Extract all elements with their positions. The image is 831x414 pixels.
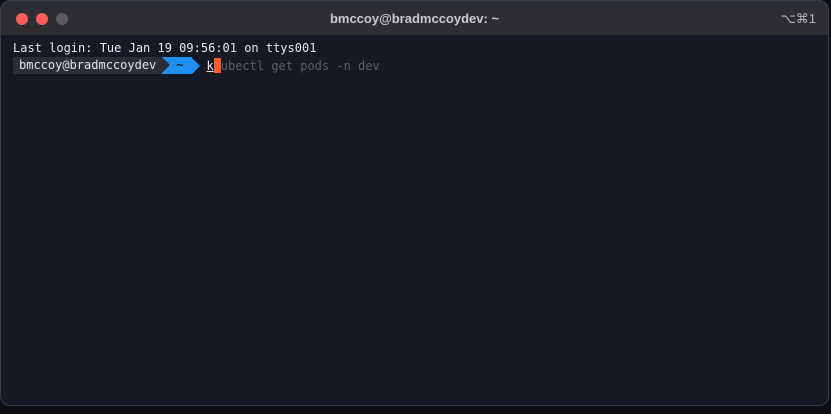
terminal-window: bmccoy@bradmccoydev: ~ ⌥⌘1 Last login: T… (0, 0, 829, 406)
terminal-content[interactable]: Last login: Tue Jan 19 09:56:01 on ttys0… (13, 40, 380, 74)
typed-command[interactable]: k (207, 59, 214, 73)
window-title: bmccoy@bradmccoydev: ~ (329, 11, 500, 26)
text-cursor (213, 58, 221, 73)
prompt-line: bmccoy@bradmccoydev ~ k ubectl get pods -… (13, 57, 380, 74)
autosuggestion: ubectl get pods -n dev (220, 58, 380, 73)
prompt-user-segment: bmccoy@bradmccoydev (13, 57, 163, 74)
window-shortcut: ⌥⌘1 (780, 11, 816, 26)
prompt-dir-segment: ~ (162, 57, 192, 74)
last-login-line: Last login: Tue Jan 19 09:56:01 on ttys0… (13, 41, 317, 55)
prompt-arrow-icon (191, 57, 200, 74)
title-bar[interactable]: bmccoy@bradmccoydev: ~ ⌥⌘1 (1, 1, 828, 36)
